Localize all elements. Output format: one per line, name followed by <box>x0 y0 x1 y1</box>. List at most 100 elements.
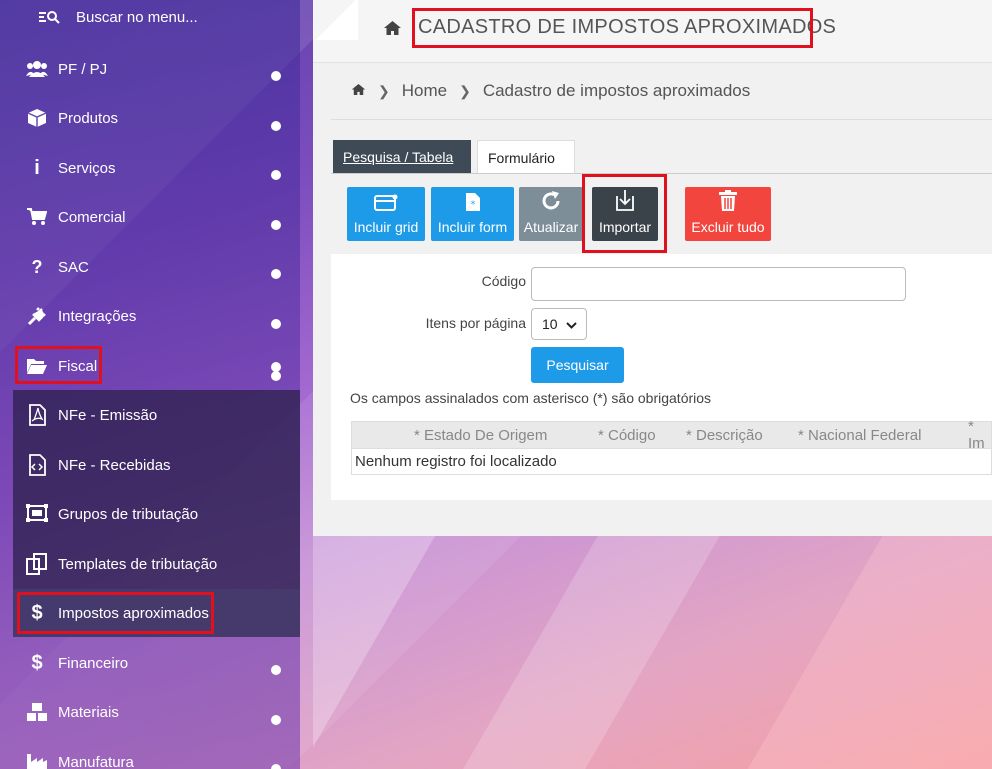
page-header: CADASTRO DE IMPOSTOS APROXIMADOS <box>313 0 992 63</box>
plug-icon <box>26 305 48 327</box>
tab-label: Formulário <box>488 149 555 166</box>
column-header[interactable]: * Estado De Origem <box>414 427 547 444</box>
select-value: 10 <box>542 316 558 332</box>
sidebar-item-label: PF / PJ <box>58 60 108 78</box>
empty-row: Nenhum registro foi localizado <box>351 449 992 475</box>
chevron-down-icon <box>565 316 577 332</box>
button-label: Excluir tudo <box>691 219 765 235</box>
code-file-icon <box>26 454 48 476</box>
sidebar-item-integracoes[interactable]: Integrações <box>0 292 300 340</box>
sidebar-item-financeiro[interactable]: $ Financeiro <box>0 639 300 687</box>
box-icon <box>26 107 48 129</box>
breadcrumb: ❯ Home ❯ Cadastro de impostos aproximado… <box>331 63 992 119</box>
sidebar: Buscar no menu... PF / PJ Produtos i Ser… <box>0 0 300 769</box>
sidebar-item-pf-pj[interactable]: PF / PJ <box>0 45 300 93</box>
search-menu-icon <box>38 6 60 28</box>
sidebar-item-fiscal[interactable]: Fiscal <box>0 342 300 390</box>
download-icon <box>614 188 636 215</box>
expand-dot-icon <box>271 121 281 131</box>
chevron-right-icon: ❯ <box>378 82 390 99</box>
factory-icon <box>26 751 48 769</box>
templates-icon <box>26 553 48 575</box>
incluir-form-button[interactable]: * Incluir form <box>431 187 514 241</box>
sidebar-item-label: NFe - Emissão <box>58 406 158 424</box>
required-fields-note: Os campos assinalados com asterisco (*) … <box>350 390 712 406</box>
button-label: Incluir grid <box>353 219 419 235</box>
tab-pesquisa-tabela[interactable]: Pesquisa / Tabela <box>333 140 471 174</box>
sidebar-sub-impostos-aproximados[interactable]: $ Impostos aproximados <box>13 589 300 637</box>
expand-dot-icon <box>271 71 281 81</box>
dollar-icon: $ <box>31 601 43 624</box>
codigo-input[interactable] <box>531 267 906 301</box>
pesquisar-button[interactable]: Pesquisar <box>531 347 624 383</box>
expand-dot-icon <box>271 665 281 675</box>
sidebar-item-label: SAC <box>58 258 89 276</box>
breadcrumb-home-icon[interactable] <box>351 81 366 101</box>
page-title: CADASTRO DE IMPOSTOS APROXIMADOS <box>418 16 837 38</box>
expand-dot-icon <box>271 764 281 769</box>
sidebar-sub-nfe-emissao[interactable]: NFe - Emissão <box>0 391 300 439</box>
refresh-icon <box>540 190 562 215</box>
expand-dot-icon <box>271 269 281 279</box>
sidebar-item-manufatura[interactable]: Manufatura <box>0 738 300 769</box>
menu-search[interactable]: Buscar no menu... <box>0 0 300 41</box>
column-header[interactable]: * Código <box>598 427 656 444</box>
sidebar-item-comercial[interactable]: Comercial <box>0 193 300 241</box>
sidebar-item-label: Templates de tributação <box>58 555 218 573</box>
sidebar-sub-templates-tributacao[interactable]: Templates de tributação <box>0 540 300 588</box>
excluir-tudo-button[interactable]: Excluir tudo <box>685 187 771 241</box>
sidebar-item-label: Comercial <box>58 208 126 226</box>
question-icon: ? <box>31 256 43 277</box>
atualizar-button[interactable]: Atualizar <box>519 187 583 241</box>
tab-label: Pesquisa / Tabela <box>343 149 454 165</box>
pdf-file-icon <box>26 404 48 426</box>
results-table: * Estado De Origem * Código * Descrição … <box>351 418 992 475</box>
expand-dot-icon <box>271 170 281 180</box>
home-icon[interactable] <box>383 20 402 41</box>
sidebar-item-label: Manufatura <box>58 753 134 769</box>
button-label: Atualizar <box>523 219 579 235</box>
importar-button[interactable]: Importar <box>592 187 658 241</box>
users-icon <box>26 58 48 80</box>
cubes-icon <box>26 701 48 723</box>
expand-dot-icon <box>271 715 281 725</box>
sidebar-item-label: Serviços <box>58 159 116 177</box>
column-header[interactable]: * Nacional Federal <box>798 427 921 444</box>
folder-open-icon <box>26 355 48 377</box>
cart-icon <box>26 206 48 228</box>
column-header[interactable]: * Im <box>968 418 991 452</box>
breadcrumb-current: Cadastro de impostos aproximados <box>482 81 751 100</box>
expand-dot-icon <box>271 319 281 329</box>
sidebar-sub-nfe-recebidas[interactable]: NFe - Recebidas <box>0 441 300 489</box>
file-icon: * <box>465 192 481 215</box>
trash-icon <box>718 190 738 215</box>
sidebar-item-servicos[interactable]: i Serviços <box>0 144 300 192</box>
sidebar-item-label: Impostos aproximados <box>58 604 209 622</box>
svg-text:*: * <box>470 200 475 210</box>
table-header: * Estado De Origem * Código * Descrição … <box>351 418 992 452</box>
itens-por-pagina-select[interactable]: 10 <box>531 308 587 340</box>
sidebar-item-label: Grupos de tributação <box>58 505 199 523</box>
button-label: Importar <box>598 219 652 235</box>
collapse-dot-icon <box>271 371 281 381</box>
menu-search-label: Buscar no menu... <box>76 8 198 26</box>
group-icon <box>26 503 48 525</box>
sidebar-item-label: Financeiro <box>58 654 129 672</box>
sidebar-item-label: Integrações <box>58 307 137 325</box>
sidebar-item-label: Fiscal <box>58 357 98 375</box>
tab-divider <box>331 173 992 174</box>
card-icon <box>374 194 398 215</box>
chevron-right-icon: ❯ <box>459 82 471 99</box>
main-content: ❯ Home ❯ Cadastro de impostos aproximado… <box>313 63 992 536</box>
sidebar-item-produtos[interactable]: Produtos <box>0 94 300 142</box>
info-icon: i <box>34 156 40 179</box>
incluir-grid-button[interactable]: Incluir grid <box>347 187 425 241</box>
itens-por-pagina-label: Itens por página <box>425 315 526 331</box>
sidebar-sub-grupos-tributacao[interactable]: Grupos de tributação <box>0 490 300 538</box>
sidebar-item-sac[interactable]: ? SAC <box>0 243 300 291</box>
breadcrumb-home[interactable]: Home <box>402 81 447 101</box>
tab-formulario[interactable]: Formulário <box>477 140 575 174</box>
dollar-icon: $ <box>31 651 43 674</box>
sidebar-item-materiais[interactable]: Materiais <box>0 688 300 736</box>
column-header[interactable]: * Descrição <box>686 427 763 444</box>
